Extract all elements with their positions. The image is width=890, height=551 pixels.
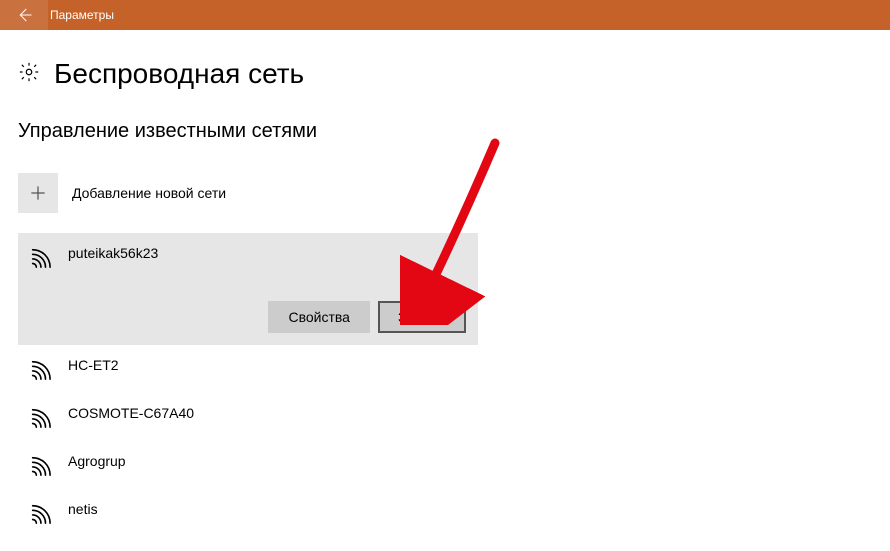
wifi-icon [26, 245, 54, 269]
network-item[interactable]: HC-ET2 [18, 345, 478, 393]
network-list: puteikak56k23 Свойства Забыть HC-ET2 COS… [18, 233, 478, 537]
forget-button[interactable]: Забыть [378, 301, 466, 333]
gear-icon [18, 61, 40, 88]
network-actions: Свойства Забыть [26, 301, 470, 333]
window-title: Параметры [50, 8, 114, 22]
network-item[interactable]: Agrogrup [18, 441, 478, 489]
titlebar: Параметры [0, 0, 890, 30]
network-item[interactable]: COSMOTE-C67A40 [18, 393, 478, 441]
network-item-selected[interactable]: puteikak56k23 Свойства Забыть [18, 233, 478, 345]
network-name: puteikak56k23 [68, 245, 158, 261]
network-name: HC-ET2 [68, 357, 119, 373]
section-heading: Управление известными сетями [18, 120, 872, 143]
network-name: Agrogrup [68, 453, 126, 469]
add-network-label: Добавление новой сети [72, 185, 226, 201]
content: Беспроводная сеть Управление известными … [0, 30, 890, 537]
back-button[interactable] [0, 0, 48, 30]
wifi-icon [26, 357, 54, 381]
add-tile[interactable] [18, 173, 58, 213]
network-name: COSMOTE-C67A40 [68, 405, 194, 421]
properties-button[interactable]: Свойства [268, 301, 369, 333]
page-header: Беспроводная сеть [18, 58, 872, 90]
wifi-icon [26, 405, 54, 429]
arrow-left-icon [15, 6, 33, 24]
plus-icon [28, 183, 48, 203]
network-item[interactable]: netis [18, 489, 478, 537]
wifi-icon [26, 453, 54, 477]
add-network-row[interactable]: Добавление новой сети [18, 173, 872, 213]
wifi-icon [26, 501, 54, 525]
page-title: Беспроводная сеть [54, 58, 304, 90]
network-name: netis [68, 501, 98, 517]
